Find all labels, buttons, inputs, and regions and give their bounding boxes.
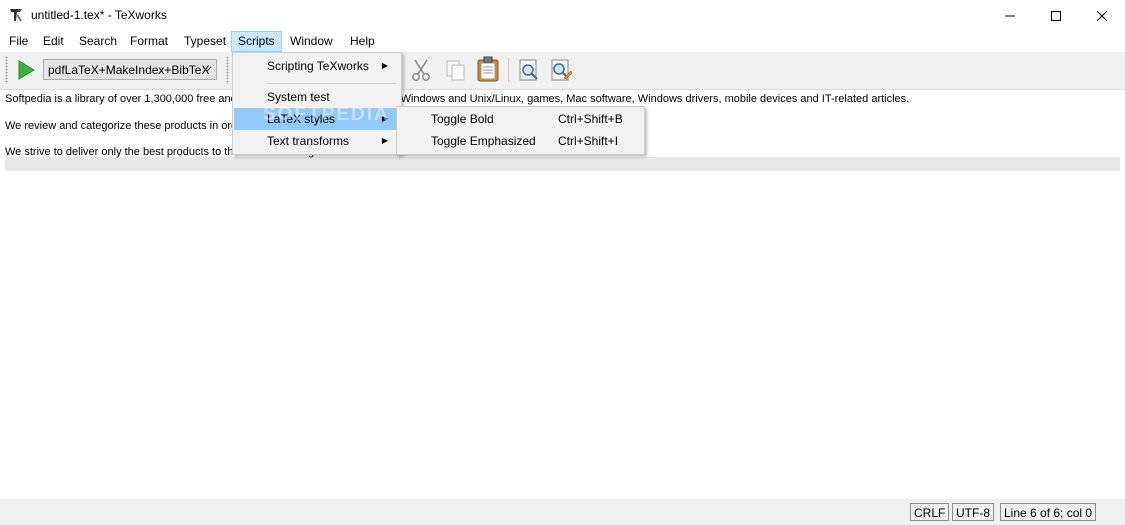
latex-styles-submenu: Toggle Bold Ctrl+Shift+B Toggle Emphasiz…: [396, 106, 645, 155]
status-bar: CRLF UTF-8 Line 6 of 6; col 0: [0, 499, 1125, 525]
copy-button[interactable]: [443, 57, 469, 83]
texworks-logo-icon: [10, 9, 22, 21]
shortcut-label: Ctrl+Shift+B: [558, 112, 623, 126]
watermark: SOFTPEDIA: [263, 104, 390, 125]
editor-line-1: Softpedia is a library of over 1,300,000…: [5, 93, 910, 105]
menu-help[interactable]: Help: [344, 31, 381, 52]
toolbar: pdfLaTeX+MakeIndex+BibTeX: [0, 52, 1125, 90]
menu-window[interactable]: Window: [284, 31, 339, 52]
submenu-arrow-icon: ▶: [381, 136, 388, 145]
paste-icon: [477, 56, 499, 82]
encoding-indicator[interactable]: UTF-8: [952, 503, 994, 521]
close-icon: [1097, 10, 1107, 21]
find-button[interactable]: [516, 57, 542, 83]
menu-item-label: Scripting TeXworks: [267, 59, 369, 73]
menu-item-scripting-texworks[interactable]: Scripting TeXworks ▶: [234, 55, 400, 77]
shortcut-label: Ctrl+Shift+I: [558, 134, 619, 148]
menu-file[interactable]: File: [3, 31, 34, 52]
cursor-position-indicator[interactable]: Line 6 of 6; col 0: [1000, 503, 1097, 521]
menu-search[interactable]: Search: [73, 31, 123, 52]
replace-icon: [551, 59, 573, 81]
maximize-button[interactable]: [1033, 0, 1079, 31]
menu-item-text-transforms[interactable]: Text transforms ▶: [234, 130, 400, 152]
title-bar: untitled-1.tex* - TeXworks: [0, 0, 1125, 31]
play-icon: [18, 60, 35, 80]
toolbar-separator: [508, 58, 509, 82]
find-icon: [519, 59, 538, 81]
menu-edit[interactable]: Edit: [37, 31, 70, 52]
current-line-highlight: [5, 157, 1120, 171]
paste-button[interactable]: [475, 56, 501, 82]
minimize-icon: [1005, 15, 1015, 16]
window-title: untitled-1.tex* - TeXworks: [31, 8, 167, 22]
chevron-down-icon: [202, 66, 212, 72]
minimize-button[interactable]: [987, 0, 1033, 31]
menu-item-label: Text transforms: [267, 134, 350, 148]
submenu-arrow-icon: ▶: [381, 61, 388, 70]
menu-format[interactable]: Format: [124, 31, 174, 52]
toolbar-grip[interactable]: [5, 56, 8, 84]
menu-typeset[interactable]: Typeset: [178, 31, 232, 52]
close-button[interactable]: [1079, 0, 1125, 31]
cut-icon: [412, 59, 430, 81]
menu-scripts[interactable]: Scripts: [231, 31, 282, 52]
menu-separator: [266, 83, 396, 84]
replace-button[interactable]: [548, 57, 574, 83]
menu-item-toggle-emphasized[interactable]: Toggle Emphasized Ctrl+Shift+I: [398, 130, 643, 152]
toolbar-grip-2[interactable]: [226, 56, 229, 84]
engine-selected-value: pdfLaTeX+MakeIndex+BibTeX: [48, 63, 210, 77]
cut-button[interactable]: [408, 57, 434, 83]
menu-item-label: Toggle Bold: [431, 112, 494, 126]
maximize-icon: [1051, 10, 1061, 21]
menu-item-toggle-bold[interactable]: Toggle Bold Ctrl+Shift+B: [398, 108, 643, 130]
typeset-button[interactable]: [13, 57, 39, 83]
line-ending-indicator[interactable]: CRLF: [910, 503, 950, 521]
menu-bar: File Edit Search Format Typeset Scripts …: [0, 31, 1125, 52]
menu-item-label: Toggle Emphasized: [431, 134, 536, 148]
typeset-engine-select[interactable]: pdfLaTeX+MakeIndex+BibTeX: [43, 59, 217, 80]
copy-icon: [446, 60, 465, 81]
